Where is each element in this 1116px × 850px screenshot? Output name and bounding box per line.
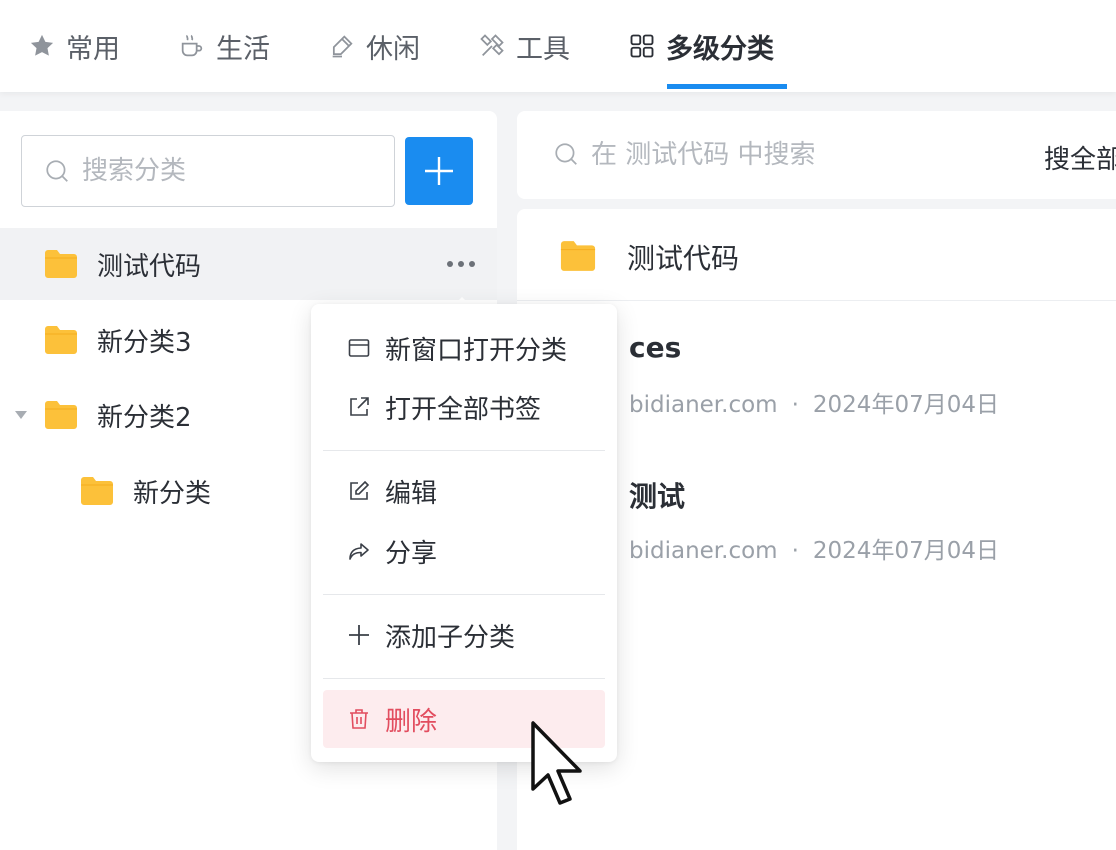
pen-icon bbox=[332, 35, 353, 58]
more-options-icon[interactable] bbox=[446, 259, 476, 269]
folder-icon bbox=[81, 477, 113, 505]
tab-frequent[interactable]: 常用 bbox=[28, 0, 120, 92]
menu-item-label: 分享 bbox=[385, 538, 438, 569]
folder-icon bbox=[45, 250, 77, 278]
tab-label: 常用 bbox=[66, 33, 120, 65]
tab-label: 工具 bbox=[516, 33, 570, 65]
tab-label: 休闲 bbox=[366, 33, 420, 65]
meta-separator: · bbox=[791, 538, 799, 564]
search-icon bbox=[555, 143, 577, 165]
bookmark-domain: bidianer.com bbox=[629, 392, 778, 418]
meta-separator: · bbox=[791, 392, 799, 418]
category-context-menu: 新窗口打开分类 打开全部书签 编辑 分享 添加子分类 删除 bbox=[311, 304, 617, 762]
menu-item-label: 打开全部书签 bbox=[385, 394, 542, 425]
tree-item-label: 新分类3 bbox=[97, 327, 192, 358]
search-all-button[interactable]: 搜全部 bbox=[1044, 139, 1116, 176]
tab-life[interactable]: 生活 bbox=[178, 0, 270, 92]
menu-item-label: 添加子分类 bbox=[385, 622, 516, 653]
search-icon bbox=[46, 160, 68, 182]
folder-icon bbox=[560, 241, 596, 271]
menu-divider bbox=[323, 594, 605, 595]
mouse-cursor-icon bbox=[531, 721, 582, 805]
bookmark-date: 2024年07月04日 bbox=[812, 538, 999, 564]
bookmark-search-input[interactable] bbox=[591, 133, 1011, 177]
active-tab-indicator bbox=[667, 84, 787, 89]
caret-down-icon[interactable] bbox=[13, 409, 29, 421]
top-tab-bar: 常用 生活 休闲 工具 多级分类 bbox=[0, 0, 1116, 92]
menu-item-label: 新窗口打开分类 bbox=[385, 335, 568, 366]
bookmark-search-bar: 搜全部 bbox=[517, 111, 1116, 199]
menu-open-in-new-window[interactable]: 新窗口打开分类 bbox=[323, 319, 605, 377]
menu-share[interactable]: 分享 bbox=[323, 522, 605, 580]
bookmark-title[interactable]: ces bbox=[629, 331, 681, 364]
star-icon bbox=[30, 34, 54, 56]
tree-item-test-code[interactable]: 测试代码 bbox=[0, 228, 497, 300]
edit-icon bbox=[350, 480, 370, 500]
window-icon bbox=[348, 339, 370, 357]
menu-item-label: 删除 bbox=[385, 706, 438, 737]
folder-icon bbox=[45, 326, 77, 354]
tools-icon bbox=[480, 34, 504, 56]
tree-item-label: 测试代码 bbox=[97, 251, 202, 282]
plus-icon bbox=[349, 625, 369, 645]
bookmark-date: 2024年07月04日 bbox=[812, 392, 999, 418]
category-search-box bbox=[21, 135, 395, 207]
external-link-icon bbox=[350, 397, 369, 416]
grid-icon bbox=[630, 34, 654, 58]
bookmark-meta: bidianer.com · 2024年07月04日 bbox=[629, 531, 999, 565]
tree-item-label: 新分类2 bbox=[97, 402, 192, 433]
tab-label: 多级分类 bbox=[666, 33, 774, 65]
menu-add-subcategory[interactable]: 添加子分类 bbox=[323, 606, 605, 664]
menu-divider bbox=[323, 678, 605, 679]
tab-tools[interactable]: 工具 bbox=[478, 0, 570, 92]
trash-icon bbox=[350, 709, 368, 729]
folder-icon bbox=[45, 401, 77, 429]
bookmark-domain: bidianer.com bbox=[629, 538, 778, 564]
coffee-cup-icon bbox=[181, 34, 203, 57]
add-category-button[interactable] bbox=[405, 137, 473, 205]
menu-item-label: 编辑 bbox=[385, 478, 438, 509]
plus-icon bbox=[425, 157, 453, 185]
share-icon bbox=[349, 543, 369, 560]
tab-leisure[interactable]: 休闲 bbox=[328, 0, 420, 92]
bookmark-meta: bidianer.com · 2024年07月04日 bbox=[629, 385, 999, 419]
folder-header: 测试代码 bbox=[517, 209, 1116, 301]
tab-label: 生活 bbox=[216, 33, 270, 65]
category-search-input[interactable] bbox=[82, 150, 382, 192]
menu-divider bbox=[323, 450, 605, 451]
folder-title: 测试代码 bbox=[627, 242, 740, 275]
menu-edit[interactable]: 编辑 bbox=[323, 462, 605, 520]
tab-multilevel[interactable]: 多级分类 bbox=[628, 0, 774, 92]
tree-item-label: 新分类 bbox=[133, 478, 212, 509]
bookmark-title[interactable]: 测试 bbox=[629, 475, 685, 515]
menu-open-all-bookmarks[interactable]: 打开全部书签 bbox=[323, 378, 605, 436]
